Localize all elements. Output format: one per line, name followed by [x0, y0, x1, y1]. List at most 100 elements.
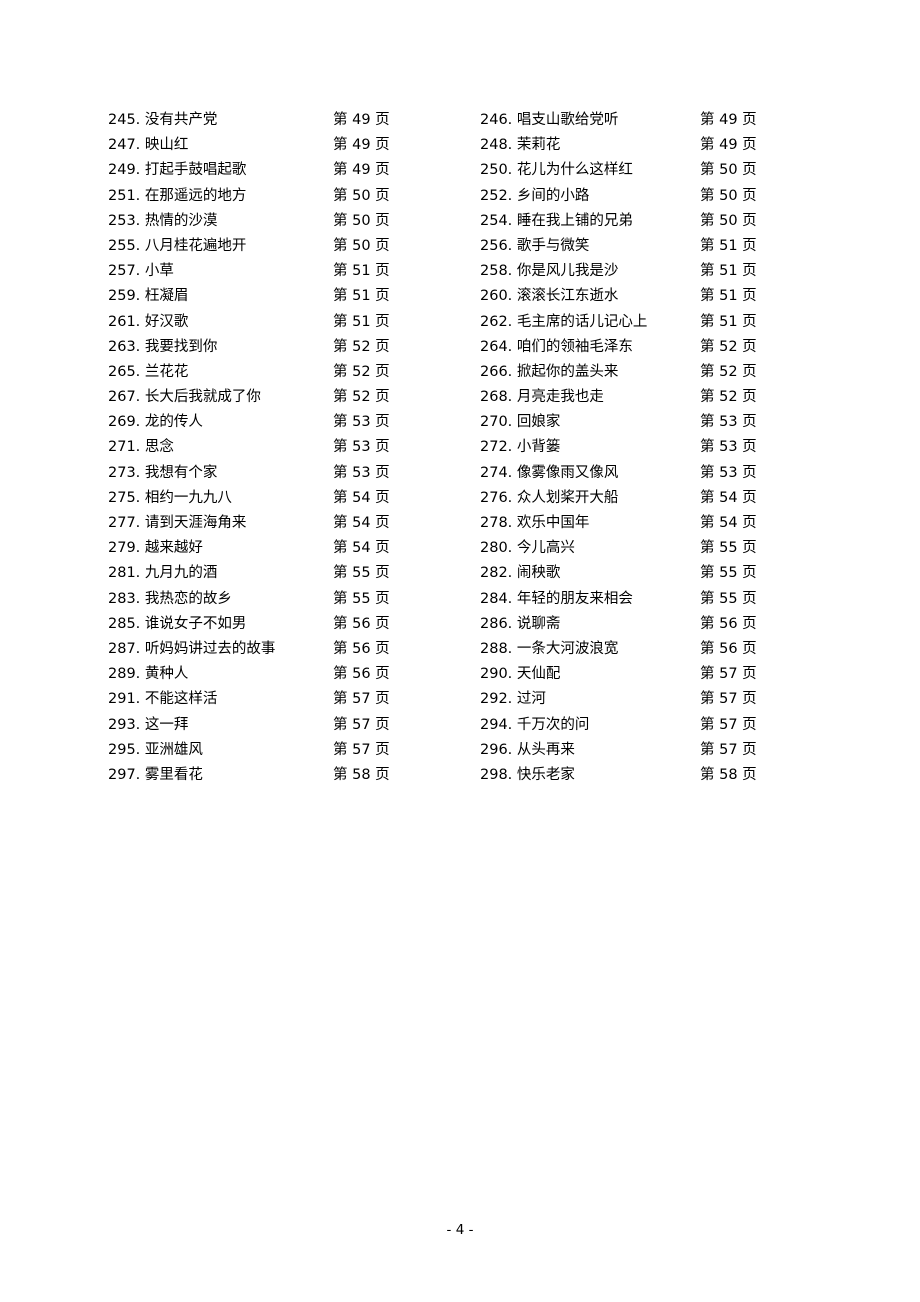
toc-entry-page: 第 51 页 — [700, 263, 757, 280]
toc-entry[interactable]: 246. 唱支山歌给党听 第 49 页 — [480, 108, 808, 133]
toc-entry[interactable]: 283. 我热恋的故乡 第 55 页 — [108, 587, 480, 612]
toc-entry-title: 250. 花儿为什么这样红 — [480, 162, 633, 179]
toc-entry-title: 264. 咱们的领袖毛泽东 — [480, 338, 633, 355]
toc-entry-title: 281. 九月九的酒 — [108, 565, 218, 582]
toc-row: 249. 打起手鼓唱起歌 第 49 页 250. 花儿为什么这样红 第 50 页 — [108, 158, 808, 183]
toc-row: 289. 黄种人 第 56 页 290. 天仙配 第 57 页 — [108, 662, 808, 687]
toc-entry[interactable]: 289. 黄种人 第 56 页 — [108, 662, 480, 687]
toc-entry[interactable]: 248. 茉莉花 第 49 页 — [480, 133, 808, 158]
toc-entry[interactable]: 255. 八月桂花遍地开 第 50 页 — [108, 234, 480, 259]
toc-row: 251. 在那遥远的地方 第 50 页 252. 乡间的小路 第 50 页 — [108, 184, 808, 209]
toc-entry[interactable]: 277. 请到天涯海角来 第 54 页 — [108, 511, 480, 536]
toc-entry-title: 268. 月亮走我也走 — [480, 389, 604, 406]
toc-row: 263. 我要找到你 第 52 页 264. 咱们的领袖毛泽东 第 52 页 — [108, 335, 808, 360]
toc-entry[interactable]: 285. 谁说女子不如男 第 56 页 — [108, 612, 480, 637]
toc-entry[interactable]: 272. 小背篓 第 53 页 — [480, 435, 808, 460]
toc-entry-title: 248. 茉莉花 — [480, 137, 561, 154]
toc-entry[interactable]: 276. 众人划桨开大船 第 54 页 — [480, 486, 808, 511]
toc-entry[interactable]: 290. 天仙配 第 57 页 — [480, 662, 808, 687]
toc-entry[interactable]: 284. 年轻的朋友来相会 第 55 页 — [480, 587, 808, 612]
toc-entry[interactable]: 278. 欢乐中国年 第 54 页 — [480, 511, 808, 536]
toc-entry-page: 第 52 页 — [700, 363, 757, 380]
toc-entry[interactable]: 287. 听妈妈讲过去的故事 第 56 页 — [108, 637, 480, 662]
toc-entry[interactable]: 280. 今儿高兴 第 55 页 — [480, 536, 808, 561]
toc-entry[interactable]: 262. 毛主席的话儿记心上 第 51 页 — [480, 310, 808, 335]
toc-entry[interactable]: 295. 亚洲雄风 第 57 页 — [108, 738, 480, 763]
toc-entry[interactable]: 258. 你是风儿我是沙 第 51 页 — [480, 259, 808, 284]
toc-entry[interactable]: 292. 过河 第 57 页 — [480, 687, 808, 712]
toc-entry[interactable]: 245. 没有共产党 第 49 页 — [108, 108, 480, 133]
toc-row: 259. 枉凝眉 第 51 页 260. 滚滚长江东逝水 第 51 页 — [108, 284, 808, 309]
toc-entry[interactable]: 263. 我要找到你 第 52 页 — [108, 335, 480, 360]
toc-entry-page: 第 49 页 — [333, 112, 390, 128]
toc-entry-page: 第 57 页 — [333, 691, 390, 708]
toc-row: 261. 好汉歌 第 51 页 262. 毛主席的话儿记心上 第 51 页 — [108, 310, 808, 335]
toc-entry[interactable]: 271. 思念 第 53 页 — [108, 435, 480, 460]
page-footer: - 4 - — [446, 1222, 474, 1238]
toc-entry[interactable]: 261. 好汉歌 第 51 页 — [108, 310, 480, 335]
toc-row: 277. 请到天涯海角来 第 54 页 278. 欢乐中国年 第 54 页 — [108, 511, 808, 536]
toc-entry[interactable]: 269. 龙的传人 第 53 页 — [108, 410, 480, 435]
toc-row: 269. 龙的传人 第 53 页 270. 回娘家 第 53 页 — [108, 410, 808, 435]
toc-entry[interactable]: 294. 千万次的问 第 57 页 — [480, 713, 808, 738]
toc-entry[interactable]: 266. 掀起你的盖头来 第 52 页 — [480, 360, 808, 385]
toc-entry-title: 266. 掀起你的盖头来 — [480, 363, 619, 380]
toc-entry-page: 第 52 页 — [333, 363, 390, 380]
toc-entry[interactable]: 264. 咱们的领袖毛泽东 第 52 页 — [480, 335, 808, 360]
toc-entry-title: 292. 过河 — [480, 691, 546, 708]
toc-entry[interactable]: 254. 睡在我上铺的兄弟 第 50 页 — [480, 209, 808, 234]
toc-entry[interactable]: 297. 雾里看花 第 58 页 — [108, 763, 480, 788]
toc-row: 283. 我热恋的故乡 第 55 页 284. 年轻的朋友来相会 第 55 页 — [108, 587, 808, 612]
toc-entry[interactable]: 286. 说聊斋 第 56 页 — [480, 612, 808, 637]
toc-entry[interactable]: 267. 长大后我就成了你 第 52 页 — [108, 385, 480, 410]
toc-entry-page: 第 51 页 — [700, 288, 757, 305]
toc-entry-title: 277. 请到天涯海角来 — [108, 515, 247, 531]
toc-entry-page: 第 54 页 — [333, 515, 390, 531]
toc-entry[interactable]: 270. 回娘家 第 53 页 — [480, 410, 808, 435]
toc-entry-page: 第 51 页 — [333, 288, 390, 305]
toc-entry[interactable]: 282. 闹秧歌 第 55 页 — [480, 561, 808, 586]
toc-entry[interactable]: 274. 像雾像雨又像风 第 53 页 — [480, 461, 808, 486]
toc-entry[interactable]: 268. 月亮走我也走 第 52 页 — [480, 385, 808, 410]
toc-entry-title: 297. 雾里看花 — [108, 766, 203, 783]
toc-entry[interactable]: 273. 我想有个家 第 53 页 — [108, 461, 480, 486]
toc-entry[interactable]: 251. 在那遥远的地方 第 50 页 — [108, 184, 480, 209]
toc-entry-page: 第 53 页 — [700, 439, 757, 456]
toc-entry[interactable]: 247. 映山红 第 49 页 — [108, 133, 480, 158]
toc-entry-page: 第 56 页 — [700, 640, 757, 657]
toc-row: 247. 映山红 第 49 页 248. 茉莉花 第 49 页 — [108, 133, 808, 158]
toc-entry-page: 第 57 页 — [700, 716, 757, 733]
toc-entry[interactable]: 293. 这一拜 第 57 页 — [108, 713, 480, 738]
toc-entry-page: 第 55 页 — [700, 590, 757, 607]
toc-entry-page: 第 49 页 — [700, 112, 757, 128]
document-page: 245. 没有共产党第 49 页 246. 唱支山歌给党听第 49 页 247. 映… — [0, 0, 920, 1302]
toc-row: 273. 我想有个家 第 53 页 274. 像雾像雨又像风 第 53 页 — [108, 461, 808, 486]
toc-entry-title: 274. 像雾像雨又像风 — [480, 464, 619, 481]
toc-entry-title: 288. 一条大河波浪宽 — [480, 640, 619, 657]
toc-entry-page: 第 49 页 — [333, 137, 390, 154]
toc-entry-page: 第 51 页 — [333, 263, 390, 280]
toc-entry[interactable]: 257. 小草 第 51 页 — [108, 259, 480, 284]
toc-entry[interactable]: 291. 不能这样活 第 57 页 — [108, 687, 480, 712]
table-of-contents: 245. 没有共产党第 49 页 246. 唱支山歌给党听第 49 页 247. 映… — [108, 108, 808, 788]
toc-entry[interactable]: 275. 相约一九九八 第 54 页 — [108, 486, 480, 511]
toc-entry[interactable]: 281. 九月九的酒 第 55 页 — [108, 561, 480, 586]
toc-entry[interactable]: 253. 热情的沙漠 第 50 页 — [108, 209, 480, 234]
toc-entry-page: 第 53 页 — [333, 439, 390, 456]
toc-entry-page: 第 50 页 — [333, 237, 390, 254]
toc-entry[interactable]: 298. 快乐老家 第 58 页 — [480, 763, 808, 788]
toc-entry-title: 263. 我要找到你 — [108, 338, 218, 355]
toc-entry[interactable]: 260. 滚滚长江东逝水 第 51 页 — [480, 284, 808, 309]
toc-entry[interactable]: 296. 从头再来 第 57 页 — [480, 738, 808, 763]
toc-entry[interactable]: 265. 兰花花 第 52 页 — [108, 360, 480, 385]
toc-entry-title: 261. 好汉歌 — [108, 313, 189, 330]
toc-entry[interactable]: 259. 枉凝眉 第 51 页 — [108, 284, 480, 309]
toc-entry[interactable]: 288. 一条大河波浪宽 第 56 页 — [480, 637, 808, 662]
toc-entry[interactable]: 249. 打起手鼓唱起歌 第 49 页 — [108, 158, 480, 183]
toc-entry-title: 271. 思念 — [108, 439, 174, 456]
toc-entry[interactable]: 279. 越来越好 第 54 页 — [108, 536, 480, 561]
toc-entry[interactable]: 256. 歌手与微笑 第 51 页 — [480, 234, 808, 259]
toc-entry[interactable]: 250. 花儿为什么这样红 第 50 页 — [480, 158, 808, 183]
toc-entry[interactable]: 252. 乡间的小路 第 50 页 — [480, 184, 808, 209]
toc-entry-title: 247. 映山红 — [108, 137, 189, 154]
